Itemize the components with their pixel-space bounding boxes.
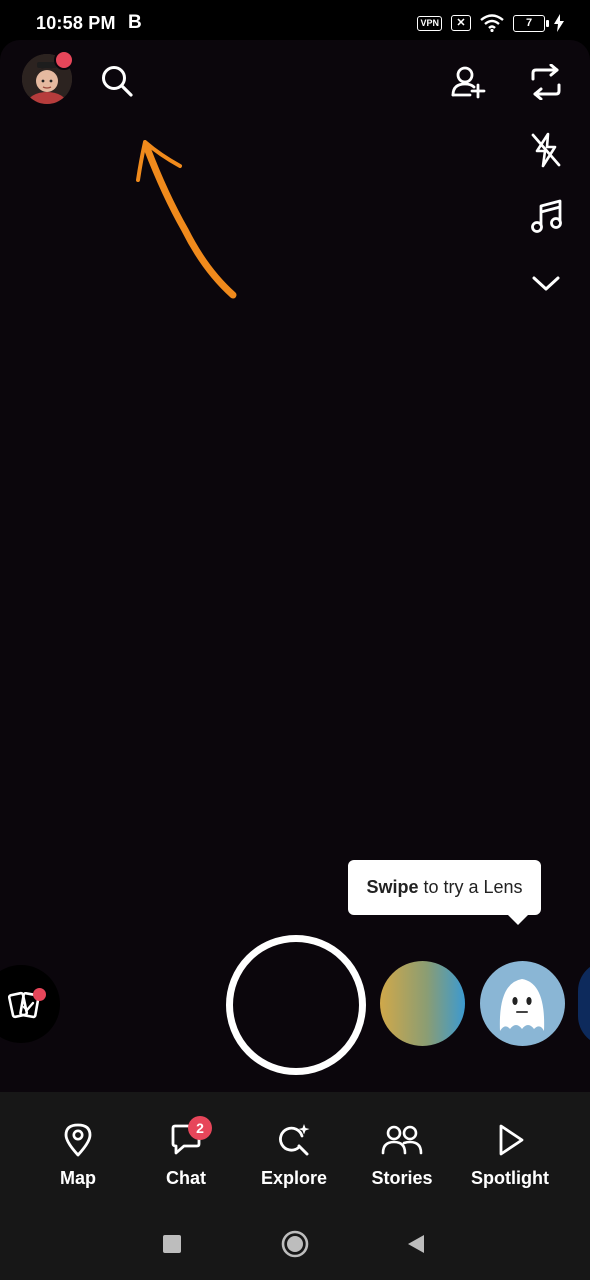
music-note-icon[interactable] — [530, 198, 564, 234]
system-navigation — [0, 1210, 590, 1280]
flip-camera-icon[interactable] — [528, 64, 564, 100]
nav-explore-label: Explore — [260, 1168, 328, 1188]
lens-ghost[interactable] — [480, 961, 565, 1046]
back-button[interactable] — [406, 1233, 426, 1255]
spotlight-icon — [499, 1124, 524, 1156]
explore-icon — [279, 1124, 310, 1156]
lens-tooltip: Swipe to try a Lens — [348, 860, 541, 925]
shutter-button[interactable] — [226, 935, 366, 1075]
wifi-icon — [480, 14, 504, 32]
memories-notification-dot — [33, 988, 46, 1001]
search-icon[interactable] — [100, 64, 134, 98]
tooltip-bold-text: Swipe — [366, 877, 419, 897]
flash-off-icon[interactable] — [530, 132, 562, 168]
nav-map-label: Map — [60, 1168, 96, 1188]
notification-dot — [54, 50, 74, 70]
ghost-lens-icon — [499, 979, 545, 1031]
home-button[interactable] — [281, 1230, 309, 1258]
status-time: 10:58 PM — [36, 13, 116, 33]
nav-map[interactable]: Map — [28, 1092, 128, 1210]
no-sim-icon: ✕ — [451, 15, 471, 31]
charging-icon — [554, 14, 564, 32]
app-indicator-icon: B — [128, 12, 142, 33]
chat-badge: 2 — [188, 1116, 212, 1140]
nav-stories-label: Stories — [371, 1168, 433, 1188]
vpn-icon: VPN — [417, 15, 442, 31]
nav-spotlight[interactable]: Spotlight — [460, 1092, 560, 1210]
battery-icon: 7 — [513, 14, 549, 32]
chevron-down-icon[interactable] — [530, 272, 562, 294]
nav-stories[interactable]: Stories — [352, 1092, 452, 1210]
bottom-navigation: Map 2 Chat Explore Stories Spotlight — [0, 1092, 590, 1210]
nav-chat[interactable]: 2 Chat — [136, 1092, 236, 1210]
nav-explore[interactable]: Explore — [244, 1092, 344, 1210]
tooltip-text: to try a Lens — [423, 877, 523, 897]
add-friend-icon[interactable] — [450, 64, 486, 100]
nav-chat-label: Chat — [166, 1168, 206, 1188]
lens-gradient[interactable] — [380, 961, 465, 1046]
map-pin-icon — [64, 1123, 92, 1157]
status-icons: VPN ✕ 7 — [417, 14, 564, 32]
annotation-arrow — [136, 140, 237, 299]
nav-spotlight-label: Spotlight — [471, 1168, 549, 1188]
recents-button[interactable] — [162, 1234, 182, 1254]
stories-icon — [381, 1125, 423, 1155]
